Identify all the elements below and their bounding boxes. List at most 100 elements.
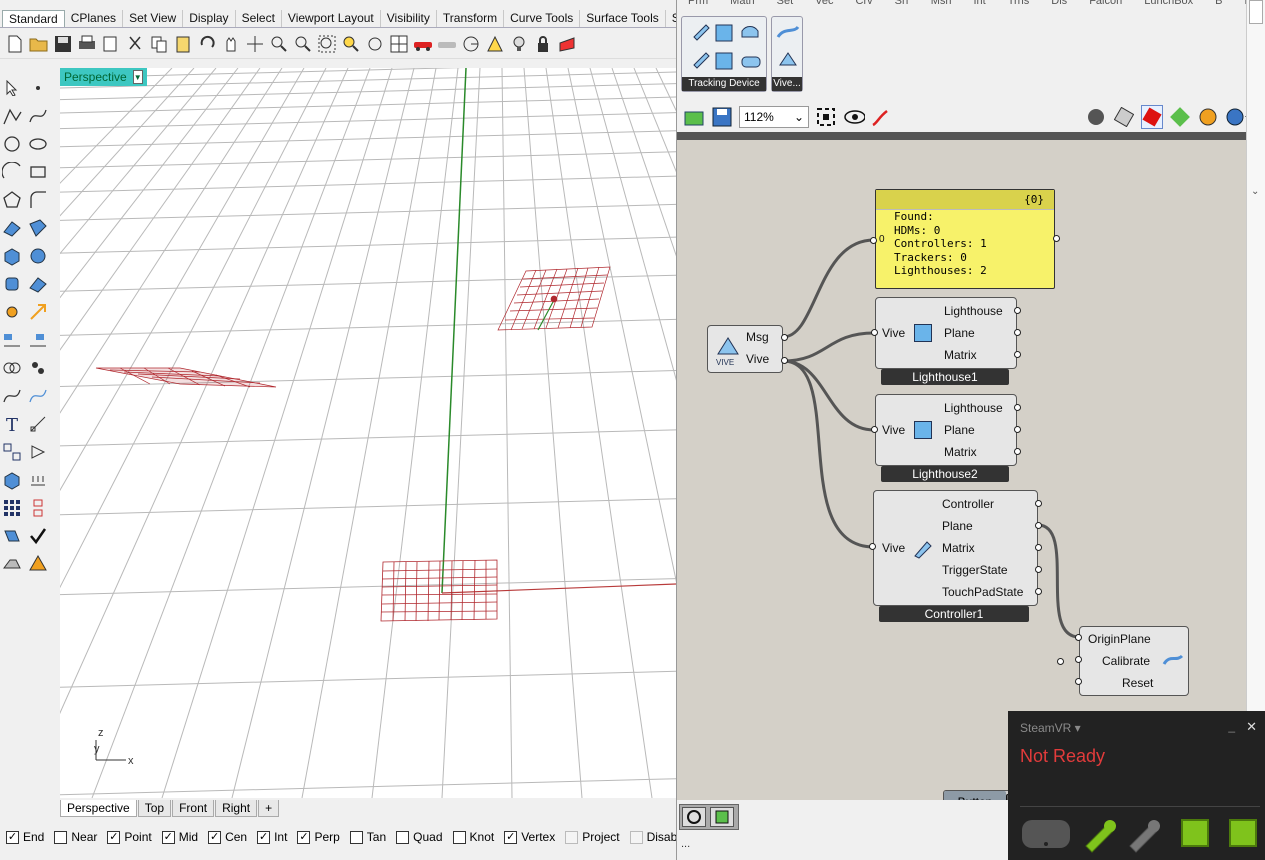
render-icon[interactable]	[436, 32, 458, 56]
osnap-checkbox[interactable]: ✓	[504, 830, 518, 844]
circle-icon[interactable]	[0, 132, 24, 156]
sketch-icon[interactable]	[871, 105, 893, 129]
array-icon[interactable]	[26, 328, 50, 352]
tab-top[interactable]: Top	[137, 800, 172, 817]
preview-selected-icon[interactable]	[1141, 105, 1163, 129]
osnap-knot[interactable]: Knot	[452, 830, 494, 844]
import-icon[interactable]	[100, 32, 122, 56]
bake-icon[interactable]	[1169, 105, 1191, 129]
lighthouse1-vive-port[interactable]	[871, 329, 878, 336]
gh-tab-crv[interactable]: Crv	[845, 0, 884, 10]
perspective-viewport[interactable]: z y x	[60, 68, 676, 798]
text-icon[interactable]: T	[0, 412, 24, 436]
output-panel[interactable]: {0} Found: HDMs: 0 Controllers: 1 Tracke…	[875, 189, 1055, 289]
vive-vive-port[interactable]	[781, 357, 788, 364]
zoom-level-select[interactable]: 112% ⌄	[739, 106, 809, 128]
lighthouse2-output-port[interactable]	[1014, 448, 1021, 455]
controller1-output-port[interactable]	[1035, 588, 1042, 595]
tab-visibility[interactable]: Visibility	[381, 10, 437, 27]
controller1-output-port[interactable]	[1035, 566, 1042, 573]
new-file-icon[interactable]	[4, 32, 26, 56]
tab-display[interactable]: Display	[183, 10, 236, 27]
lighthouse1-component[interactable]: Vive Lighthouse Plane Matrix	[875, 297, 1017, 369]
gumball-icon[interactable]	[0, 300, 24, 324]
calibrate-origin-port[interactable]	[1075, 634, 1082, 641]
tab-transform[interactable]: Transform	[437, 10, 505, 27]
preview-eye-icon[interactable]	[843, 105, 865, 129]
preview-shaded-icon[interactable]	[1113, 105, 1135, 129]
sphere-icon[interactable]	[26, 244, 50, 268]
osnap-checkbox[interactable]	[396, 830, 410, 844]
osnap-tan[interactable]: Tan	[349, 830, 386, 844]
calibrate-reset-port[interactable]	[1075, 678, 1082, 685]
surface-icon[interactable]	[0, 216, 24, 240]
copy-icon[interactable]	[148, 32, 170, 56]
gh-tab-set[interactable]: Set	[766, 0, 805, 10]
lighthouse1-output-port[interactable]	[1014, 329, 1021, 336]
osnap-project[interactable]: Project	[565, 830, 620, 844]
car-icon[interactable]	[412, 32, 434, 56]
mesh-tools-icon[interactable]	[0, 552, 24, 576]
snap-icon[interactable]	[484, 32, 506, 56]
steamvr-title[interactable]: SteamVR ▾	[1020, 721, 1081, 735]
osnap-checkbox[interactable]	[629, 830, 643, 844]
grid-array-icon[interactable]	[0, 496, 24, 520]
analyze-icon[interactable]	[0, 524, 24, 548]
mesh-icon[interactable]	[26, 272, 50, 296]
gh-tab-falcon[interactable]: Falcon	[1078, 0, 1133, 10]
osnap-checkbox[interactable]	[54, 830, 68, 844]
cylinder-icon[interactable]	[0, 272, 24, 296]
gh-tab-vec[interactable]: Vec	[804, 0, 844, 10]
curve-icon[interactable]	[26, 104, 50, 128]
chevron-down-icon[interactable]: ▼	[132, 70, 143, 84]
osnap-mid[interactable]: ✓ Mid	[161, 830, 198, 844]
history-icon[interactable]	[26, 440, 50, 464]
preview-wire-icon[interactable]	[1085, 105, 1107, 129]
align-icon[interactable]	[0, 328, 24, 352]
autosave-icon[interactable]	[710, 807, 734, 827]
controller1-vive-port[interactable]	[869, 543, 876, 550]
tab-cplanes[interactable]: CPlanes	[65, 10, 124, 27]
viewport-title[interactable]: Perspective ▼	[60, 68, 147, 86]
boolean-icon[interactable]	[0, 356, 24, 380]
document-preview-icon[interactable]	[1225, 105, 1247, 129]
osnap-checkbox[interactable]: ✓	[208, 830, 222, 844]
undo-icon[interactable]	[196, 32, 218, 56]
zoom-window-icon[interactable]	[292, 32, 314, 56]
rotate-view-icon[interactable]	[244, 32, 266, 56]
osnap-perp[interactable]: ✓ Perp	[297, 830, 340, 844]
material-icon[interactable]	[556, 32, 578, 56]
four-view-icon[interactable]	[388, 32, 410, 56]
zoom-selected-icon[interactable]	[340, 32, 362, 56]
panel-input-port[interactable]	[870, 237, 877, 244]
calibrate-component[interactable]: OriginPlane Calibrate Reset	[1079, 626, 1189, 696]
lighthouse1-output-port[interactable]	[1014, 351, 1021, 358]
gh-tab-math[interactable]: Math	[719, 0, 765, 10]
gh-tab-lunchbox[interactable]: LunchBox	[1133, 0, 1204, 10]
tab-standard[interactable]: Standard	[2, 10, 65, 27]
gh-tab-srf[interactable]: Srf	[884, 0, 920, 10]
save-file-icon[interactable]	[711, 105, 733, 129]
lighthouse2-component[interactable]: Vive Lighthouse Plane Matrix	[875, 394, 1017, 466]
zoom-extents-icon[interactable]	[316, 32, 338, 56]
solver-icon[interactable]	[682, 807, 706, 827]
gh-tab-msh[interactable]: Msh	[920, 0, 963, 10]
ellipse-icon[interactable]	[26, 132, 50, 156]
tab-viewport-layout[interactable]: Viewport Layout	[282, 10, 381, 27]
solid-tools-icon[interactable]	[0, 468, 24, 492]
open-file-icon[interactable]	[683, 105, 705, 129]
close-button[interactable]: ✕	[1246, 719, 1257, 735]
select-arrow-icon[interactable]	[0, 76, 24, 100]
vive-msg-port[interactable]	[781, 334, 788, 341]
material-preview-icon[interactable]	[1197, 105, 1219, 129]
polygon-icon[interactable]	[0, 188, 24, 212]
zoom-extents-icon[interactable]	[815, 105, 837, 129]
box-icon[interactable]	[0, 244, 24, 268]
osnap-end[interactable]: ✓ End	[6, 830, 44, 844]
grid-dots-icon[interactable]	[26, 468, 50, 492]
osnap-quad[interactable]: Quad	[396, 830, 443, 844]
osnap-checkbox[interactable]: ✓	[297, 830, 311, 844]
osnap-checkbox[interactable]: ✓	[257, 830, 271, 844]
tab-perspective[interactable]: Perspective	[60, 800, 137, 817]
vive-component[interactable]: VIVE Msg Vive	[707, 325, 783, 373]
